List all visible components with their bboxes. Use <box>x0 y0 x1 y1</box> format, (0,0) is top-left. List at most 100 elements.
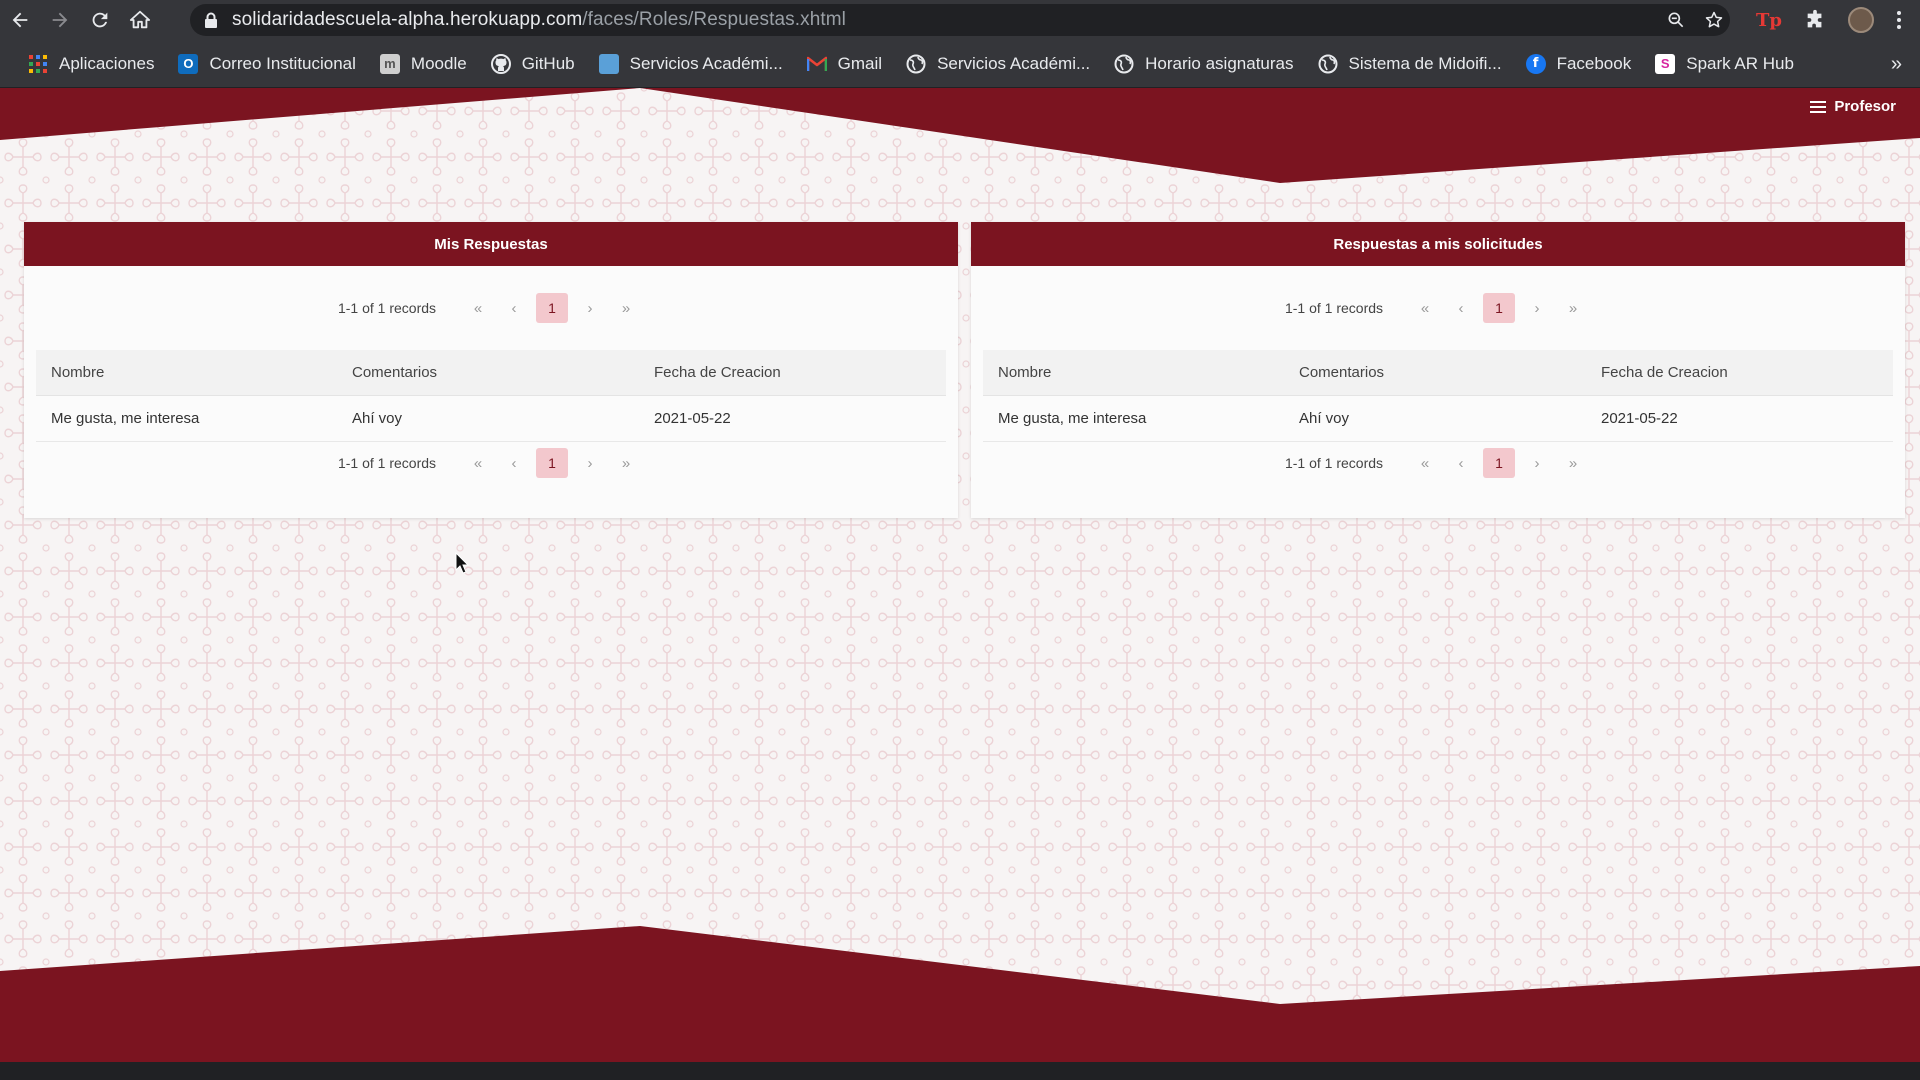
bookmark-correo-institucional[interactable]: O Correo Institucional <box>168 47 365 81</box>
home-button[interactable] <box>120 0 160 40</box>
panel-respuestas-solicitudes: Respuestas a mis solicitudes 1-1 of 1 re… <box>971 222 1905 518</box>
url-text: solidaridadescuela-alpha.herokuapp.com/f… <box>232 9 846 31</box>
next-page-button[interactable]: › <box>1521 448 1553 478</box>
arrow-left-icon <box>12 12 28 28</box>
page-1-button[interactable]: 1 <box>536 448 569 478</box>
bookmark-star-icon[interactable] <box>1704 10 1724 30</box>
last-page-button[interactable]: » <box>610 448 642 478</box>
globe-icon <box>1114 54 1134 74</box>
kebab-menu-icon[interactable] <box>1896 10 1902 30</box>
bookmark-label: Correo Institucional <box>209 53 356 73</box>
column-header-fecha[interactable]: Fecha de Creacion <box>639 364 946 381</box>
panel-title: Respuestas a mis solicitudes <box>971 222 1905 266</box>
bookmark-sistema-midoifi[interactable]: Sistema de Midoifi... <box>1308 47 1512 81</box>
moodle-icon: m <box>379 53 400 74</box>
forward-button[interactable] <box>40 0 80 40</box>
cell-nombre: Me gusta, me interesa <box>51 410 200 427</box>
bookmark-gmail[interactable]: Gmail <box>797 47 892 81</box>
data-table: Nombre Comentarios Fecha de Creacion Me … <box>36 350 946 442</box>
prev-page-button[interactable]: ‹ <box>498 293 530 323</box>
page-1-button[interactable]: 1 <box>1483 448 1516 478</box>
bookmark-label: Moodle <box>410 53 467 73</box>
profesor-menu-label: Profesor <box>1834 98 1896 115</box>
cell-comentarios: Ahí voy <box>352 410 403 427</box>
page-1-button[interactable]: 1 <box>1483 293 1516 323</box>
data-table: Nombre Comentarios Fecha de Creacion Me … <box>983 350 1893 442</box>
next-page-button[interactable]: › <box>574 448 606 478</box>
bookmark-spark-ar-hub[interactable]: S Spark AR Hub <box>1645 47 1804 81</box>
zoom-icon[interactable] <box>1666 10 1686 30</box>
outlook-icon: O <box>178 53 199 74</box>
page-content: Profesor Mis Respuestas 1-1 of 1 records… <box>0 88 1920 1062</box>
cell-nombre: Me gusta, me interesa <box>998 410 1147 427</box>
bookmark-servicios-academicos-2[interactable]: Servicios Académi... <box>896 47 1100 81</box>
mouse-pointer-icon <box>455 552 469 574</box>
paginator-bottom: 1-1 of 1 records « ‹ 1 › » <box>971 448 1905 478</box>
prev-page-button[interactable]: ‹ <box>498 448 530 478</box>
page-1-button[interactable]: 1 <box>536 293 569 323</box>
bookmark-github[interactable]: GitHub <box>481 47 585 81</box>
more-bookmarks-button[interactable]: » <box>1891 40 1902 88</box>
home-icon <box>129 10 151 29</box>
first-page-button[interactable]: « <box>1409 448 1441 478</box>
url-path: /faces/Roles/Respuestas.xhtml <box>582 9 846 30</box>
next-page-button[interactable]: › <box>1521 293 1553 323</box>
column-header-fecha[interactable]: Fecha de Creacion <box>1586 364 1893 381</box>
spark-ar-icon: S <box>1655 53 1676 74</box>
first-page-button[interactable]: « <box>462 448 494 478</box>
header-wave <box>0 88 1920 183</box>
last-page-button[interactable]: » <box>1557 448 1589 478</box>
bookmark-label: Spark AR Hub <box>1686 53 1794 73</box>
table-row[interactable]: Me gusta, me interesa Ahí voy 2021-05-22 <box>36 396 946 442</box>
browser-toolbar: solidaridadescuela-alpha.herokuapp.com/f… <box>0 0 1920 40</box>
bookmark-aplicaciones[interactable]: Aplicaciones <box>18 47 164 81</box>
services-icon <box>598 53 619 74</box>
globe-icon <box>906 54 926 74</box>
bookmark-label: GitHub <box>521 53 575 73</box>
bookmark-label: Aplicaciones <box>59 53 155 73</box>
lock-icon <box>205 12 217 28</box>
reload-button[interactable] <box>80 0 120 40</box>
first-page-button[interactable]: « <box>462 293 494 323</box>
last-page-button[interactable]: » <box>1557 293 1589 323</box>
prev-page-button[interactable]: ‹ <box>1445 293 1477 323</box>
bookmark-label: Gmail <box>837 53 883 73</box>
bookmark-moodle[interactable]: m Moodle <box>370 47 477 81</box>
column-header-comentarios[interactable]: Comentarios <box>1284 364 1586 381</box>
prev-page-button[interactable]: ‹ <box>1445 448 1477 478</box>
panel-title: Mis Respuestas <box>24 222 958 266</box>
paginator-top: 1-1 of 1 records « ‹ 1 › » <box>971 293 1905 323</box>
first-page-button[interactable]: « <box>1409 293 1441 323</box>
github-icon <box>490 53 511 74</box>
column-header-nombre[interactable]: Nombre <box>36 364 337 381</box>
puzzle-extensions-icon[interactable] <box>1804 9 1826 31</box>
last-page-button[interactable]: » <box>610 293 642 323</box>
bookmark-servicios-academicos-1[interactable]: Servicios Académi... <box>589 47 793 81</box>
bookmark-horario-asignaturas[interactable]: Horario asignaturas <box>1104 47 1303 81</box>
bookmarks-bar: Aplicaciones O Correo Institucional m Mood… <box>0 40 1920 88</box>
url-host: solidaridadescuela-alpha.herokuapp.com <box>232 9 583 30</box>
cell-fecha: 2021-05-22 <box>654 410 731 427</box>
profesor-menu-button[interactable]: Profesor <box>1810 98 1896 115</box>
paginator-bottom: 1-1 of 1 records « ‹ 1 › » <box>24 448 958 478</box>
records-count: 1-1 of 1 records <box>337 300 437 316</box>
extension-tp-icon[interactable]: Tp <box>1756 10 1782 31</box>
bookmark-facebook[interactable]: f Facebook <box>1516 47 1642 81</box>
globe-icon <box>1318 54 1338 74</box>
arrow-right-icon <box>52 12 68 28</box>
records-count: 1-1 of 1 records <box>337 455 437 471</box>
column-header-comentarios[interactable]: Comentarios <box>337 364 639 381</box>
bookmark-label: Servicios Académi... <box>629 53 783 73</box>
facebook-icon: f <box>1525 53 1546 74</box>
table-row[interactable]: Me gusta, me interesa Ahí voy 2021-05-22 <box>983 396 1893 442</box>
gmail-icon <box>806 54 827 74</box>
cell-comentarios: Ahí voy <box>1299 410 1350 427</box>
next-page-button[interactable]: › <box>574 293 606 323</box>
column-header-nombre[interactable]: Nombre <box>983 364 1284 381</box>
bookmark-label: Servicios Académi... <box>937 53 1091 73</box>
address-bar[interactable]: solidaridadescuela-alpha.herokuapp.com/f… <box>190 4 1730 36</box>
paginator-top: 1-1 of 1 records « ‹ 1 › » <box>24 293 958 323</box>
profile-avatar[interactable] <box>1848 7 1874 33</box>
back-button[interactable] <box>0 0 40 40</box>
records-count: 1-1 of 1 records <box>1284 455 1384 471</box>
